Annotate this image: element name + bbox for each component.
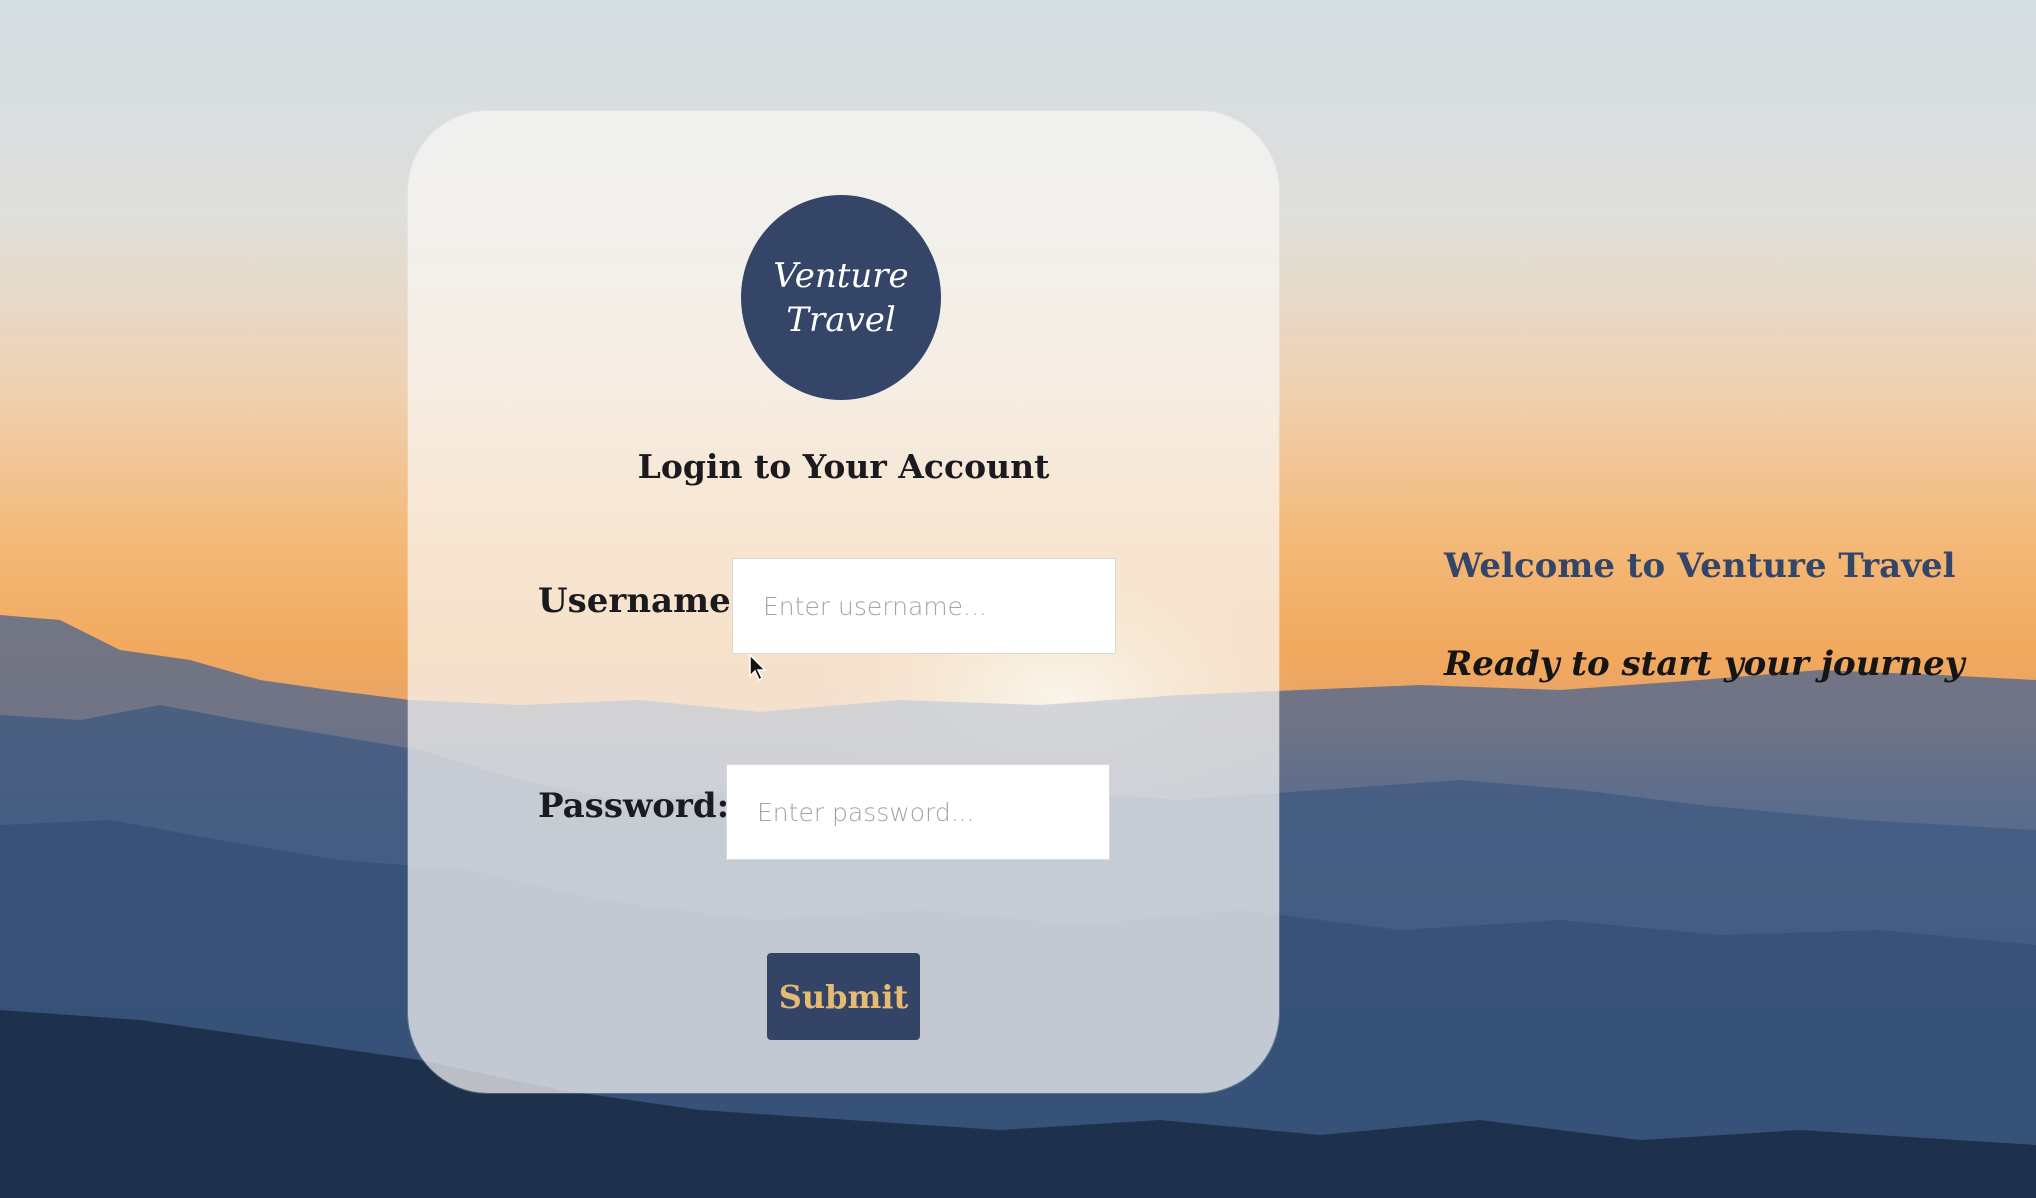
username-label: Username: [538, 581, 744, 621]
password-input[interactable] [726, 764, 1110, 860]
username-input[interactable] [732, 558, 1116, 654]
welcome-title: Welcome to Venture Travel [1444, 546, 1956, 586]
logo-line-2: Travel [786, 300, 895, 340]
venture-travel-logo: Venture Travel [741, 195, 941, 400]
logo-badge-icon: Venture Travel [743, 199, 939, 395]
login-title: Login to Your Account [637, 447, 1050, 486]
logo-line-1: Venture [773, 256, 908, 296]
login-card: Venture Travel Login to Your Account Use… [408, 111, 1279, 1093]
welcome-subtitle: Ready to start your journey [1444, 644, 1965, 684]
password-label: Password: [538, 786, 730, 826]
arrow-cursor-icon [749, 654, 767, 682]
submit-button[interactable]: Submit [765, 951, 922, 1042]
